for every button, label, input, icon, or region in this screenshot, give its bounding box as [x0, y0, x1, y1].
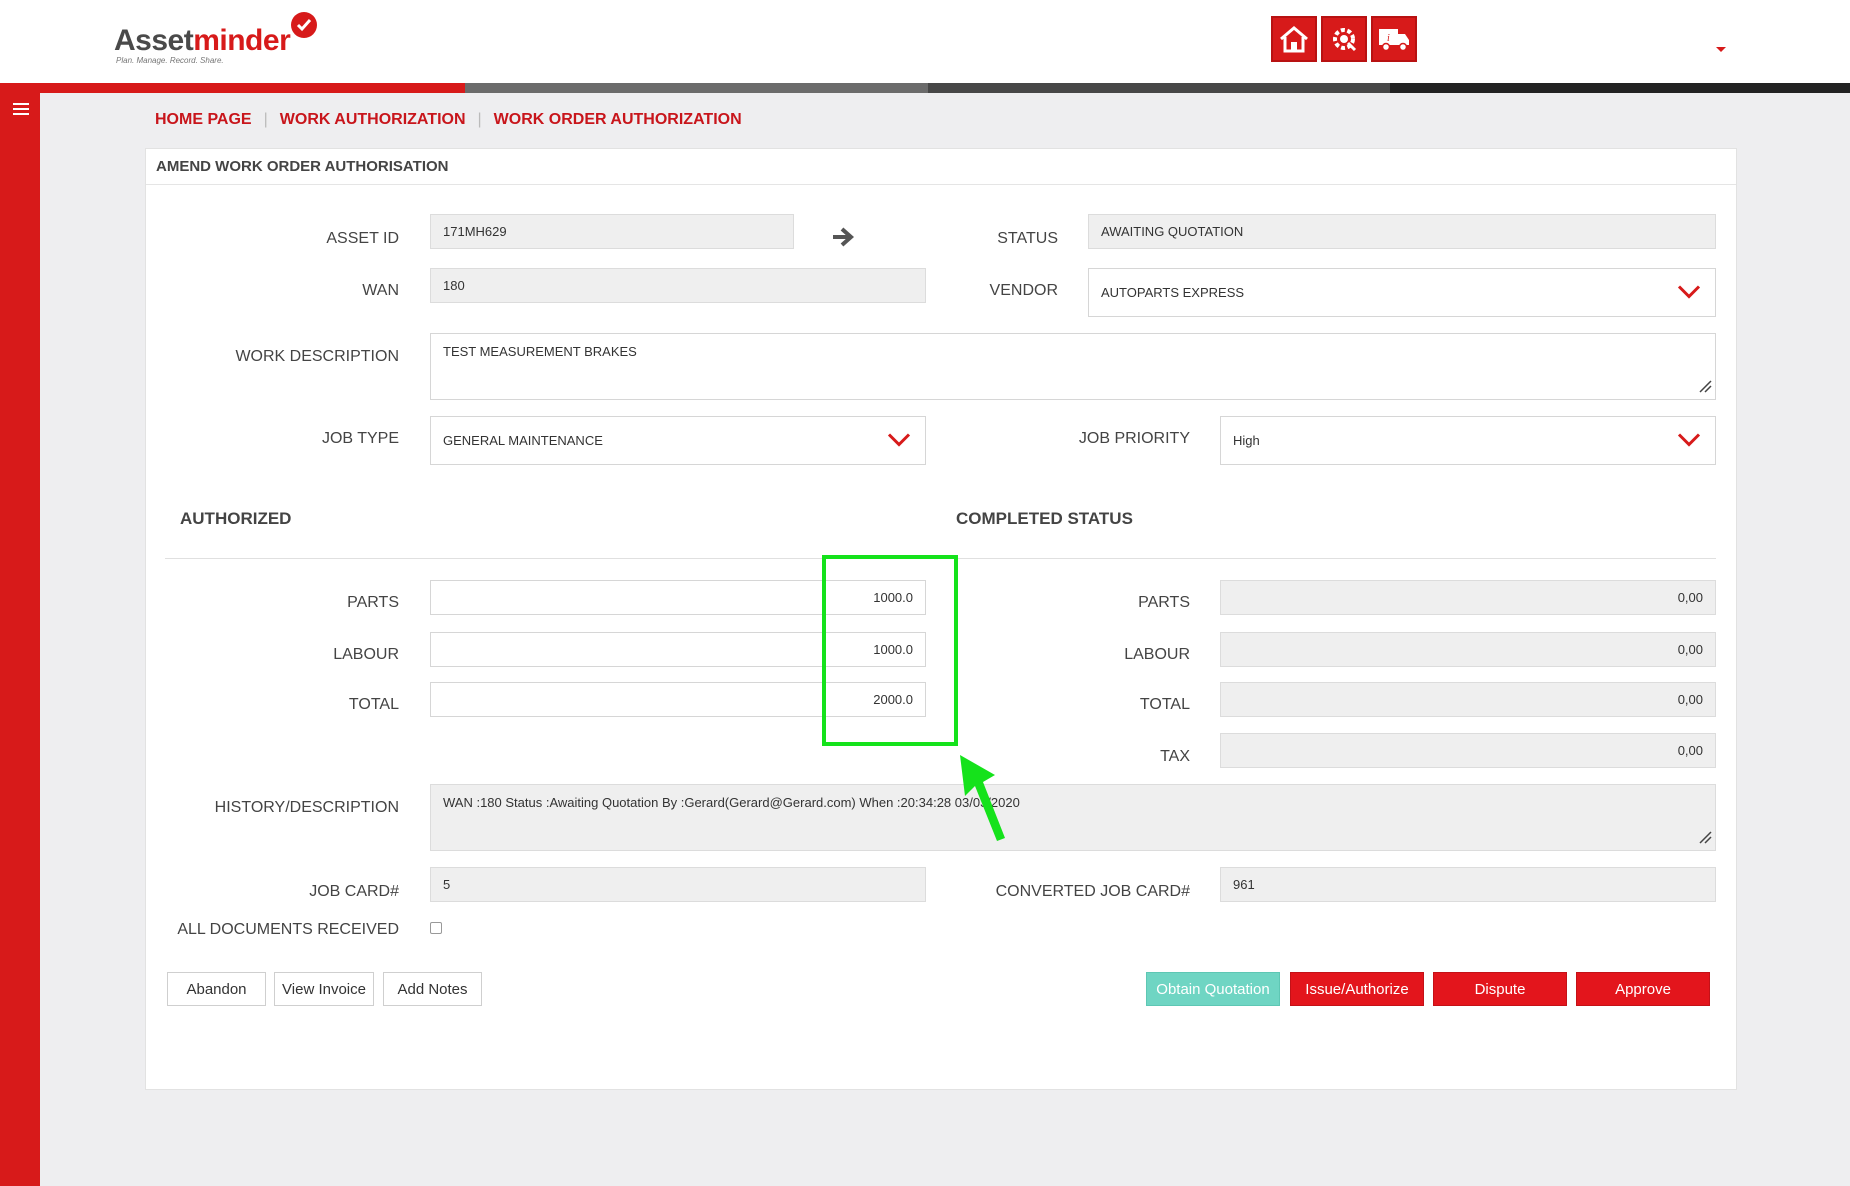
truck-icon[interactable]: i: [1371, 16, 1417, 62]
svg-text:i: i: [1387, 33, 1390, 44]
panel-title: AMEND WORK ORDER AUTHORISATION: [146, 149, 1736, 185]
sidebar: [0, 93, 40, 1186]
status-label: STATUS: [997, 230, 1058, 247]
breadcrumb-separator: |: [477, 111, 482, 128]
breadcrumb-work-authorization[interactable]: WORK AUTHORIZATION: [280, 111, 466, 129]
completed-status-section-title: COMPLETED STATUS: [956, 509, 1133, 528]
history-description-textarea[interactable]: WAN :180 Status :Awaiting Quotation By :…: [430, 784, 1716, 851]
completed-labour-field[interactable]: 0,00: [1220, 632, 1716, 667]
completed-parts-field[interactable]: 0,00: [1220, 580, 1716, 615]
breadcrumb: HOME PAGE | WORK AUTHORIZATION | WORK OR…: [155, 111, 742, 129]
top-header: Assetminder Plan. Manage. Record. Share.…: [0, 0, 1850, 83]
authorized-parts-label: PARTS: [347, 594, 399, 611]
assetminder-logo[interactable]: Assetminder Plan. Manage. Record. Share.: [114, 10, 334, 70]
hamburger-menu-icon[interactable]: [13, 103, 29, 118]
job-card-field[interactable]: 5: [430, 867, 926, 902]
chevron-down-icon[interactable]: [1677, 432, 1701, 449]
authorized-labour-label: LABOUR: [333, 646, 399, 663]
asset-id-field[interactable]: 171MH629: [430, 214, 794, 249]
completed-tax-label: TAX: [1160, 748, 1190, 765]
breadcrumb-separator: |: [263, 111, 268, 128]
converted-job-card-field[interactable]: 961: [1220, 867, 1716, 902]
status-field[interactable]: AWAITING QUOTATION: [1088, 214, 1716, 249]
top-icon-group: i: [1271, 16, 1417, 62]
vendor-selected-value: AUTOPARTS EXPRESS: [1101, 285, 1245, 300]
completed-parts-label: PARTS: [1138, 594, 1190, 611]
history-description-text: WAN :180 Status :Awaiting Quotation By :…: [443, 795, 1020, 810]
highlight-box-annotation: [822, 555, 958, 746]
logo-wordmark: Assetminder: [114, 24, 291, 58]
vendor-select[interactable]: AUTOPARTS EXPRESS: [1088, 268, 1716, 317]
completed-tax-field[interactable]: 0,00: [1220, 733, 1716, 768]
logo-tagline: Plan. Manage. Record. Share.: [116, 56, 224, 65]
job-priority-selected-value: High: [1233, 433, 1260, 448]
logo-text-red: minder: [193, 24, 291, 57]
logo-text-dark: Asset: [114, 24, 194, 57]
completed-labour-label: LABOUR: [1124, 646, 1190, 663]
wan-label: WAN: [362, 282, 399, 299]
header-stripe-black: [1390, 83, 1850, 93]
abandon-button[interactable]: Abandon: [167, 972, 266, 1006]
all-documents-received-checkbox[interactable]: [430, 922, 442, 934]
history-description-label: HISTORY/DESCRIPTION: [214, 799, 399, 816]
authorized-section-title: AUTHORIZED: [180, 509, 292, 528]
completed-total-field[interactable]: 0,00: [1220, 682, 1716, 717]
dispute-button[interactable]: Dispute: [1433, 972, 1567, 1006]
textarea-resize-handle-icon[interactable]: [1698, 379, 1712, 396]
add-notes-button[interactable]: Add Notes: [383, 972, 482, 1006]
header-stripe-gray: [465, 83, 928, 93]
user-menu-caret-icon[interactable]: [1716, 47, 1726, 52]
job-type-selected-value: GENERAL MAINTENANCE: [443, 433, 603, 448]
work-description-textarea[interactable]: TEST MEASUREMENT BRAKES: [430, 333, 1716, 400]
chevron-down-icon[interactable]: [887, 432, 911, 449]
gear-wrench-icon[interactable]: [1321, 16, 1367, 62]
authorized-total-label: TOTAL: [348, 696, 399, 713]
view-invoice-button[interactable]: View Invoice: [274, 972, 374, 1006]
arrow-right-icon[interactable]: [831, 226, 855, 253]
vendor-label: VENDOR: [989, 282, 1058, 299]
work-description-label: WORK DESCRIPTION: [235, 348, 399, 365]
wan-field[interactable]: 180: [430, 268, 926, 303]
approve-button[interactable]: Approve: [1576, 972, 1710, 1006]
completed-total-label: TOTAL: [1139, 696, 1190, 713]
header-stripe-red: [0, 83, 465, 93]
job-priority-select[interactable]: High: [1220, 416, 1716, 465]
job-card-label: JOB CARD#: [309, 883, 399, 900]
breadcrumb-home[interactable]: HOME PAGE: [155, 111, 252, 129]
job-priority-label: JOB PRIORITY: [1078, 430, 1190, 447]
obtain-quotation-button[interactable]: Obtain Quotation: [1146, 972, 1280, 1006]
work-description-text: TEST MEASUREMENT BRAKES: [443, 344, 637, 359]
textarea-resize-handle-icon[interactable]: [1698, 830, 1712, 847]
job-type-select[interactable]: GENERAL MAINTENANCE: [430, 416, 926, 465]
converted-job-card-label: CONVERTED JOB CARD#: [995, 883, 1190, 900]
all-documents-received-label: ALL DOCUMENTS RECEIVED: [177, 921, 399, 938]
home-icon[interactable]: [1271, 16, 1317, 62]
logo-checkmark-icon: [291, 12, 317, 38]
chevron-down-icon[interactable]: [1677, 284, 1701, 301]
breadcrumb-work-order-authorization[interactable]: WORK ORDER AUTHORIZATION: [494, 111, 742, 129]
job-type-label: JOB TYPE: [321, 430, 399, 447]
issue-authorize-button[interactable]: Issue/Authorize: [1290, 972, 1424, 1006]
green-pointer-arrow-icon: [955, 750, 1015, 850]
header-stripe-darkgray: [928, 83, 1390, 93]
asset-id-label: ASSET ID: [326, 230, 399, 247]
